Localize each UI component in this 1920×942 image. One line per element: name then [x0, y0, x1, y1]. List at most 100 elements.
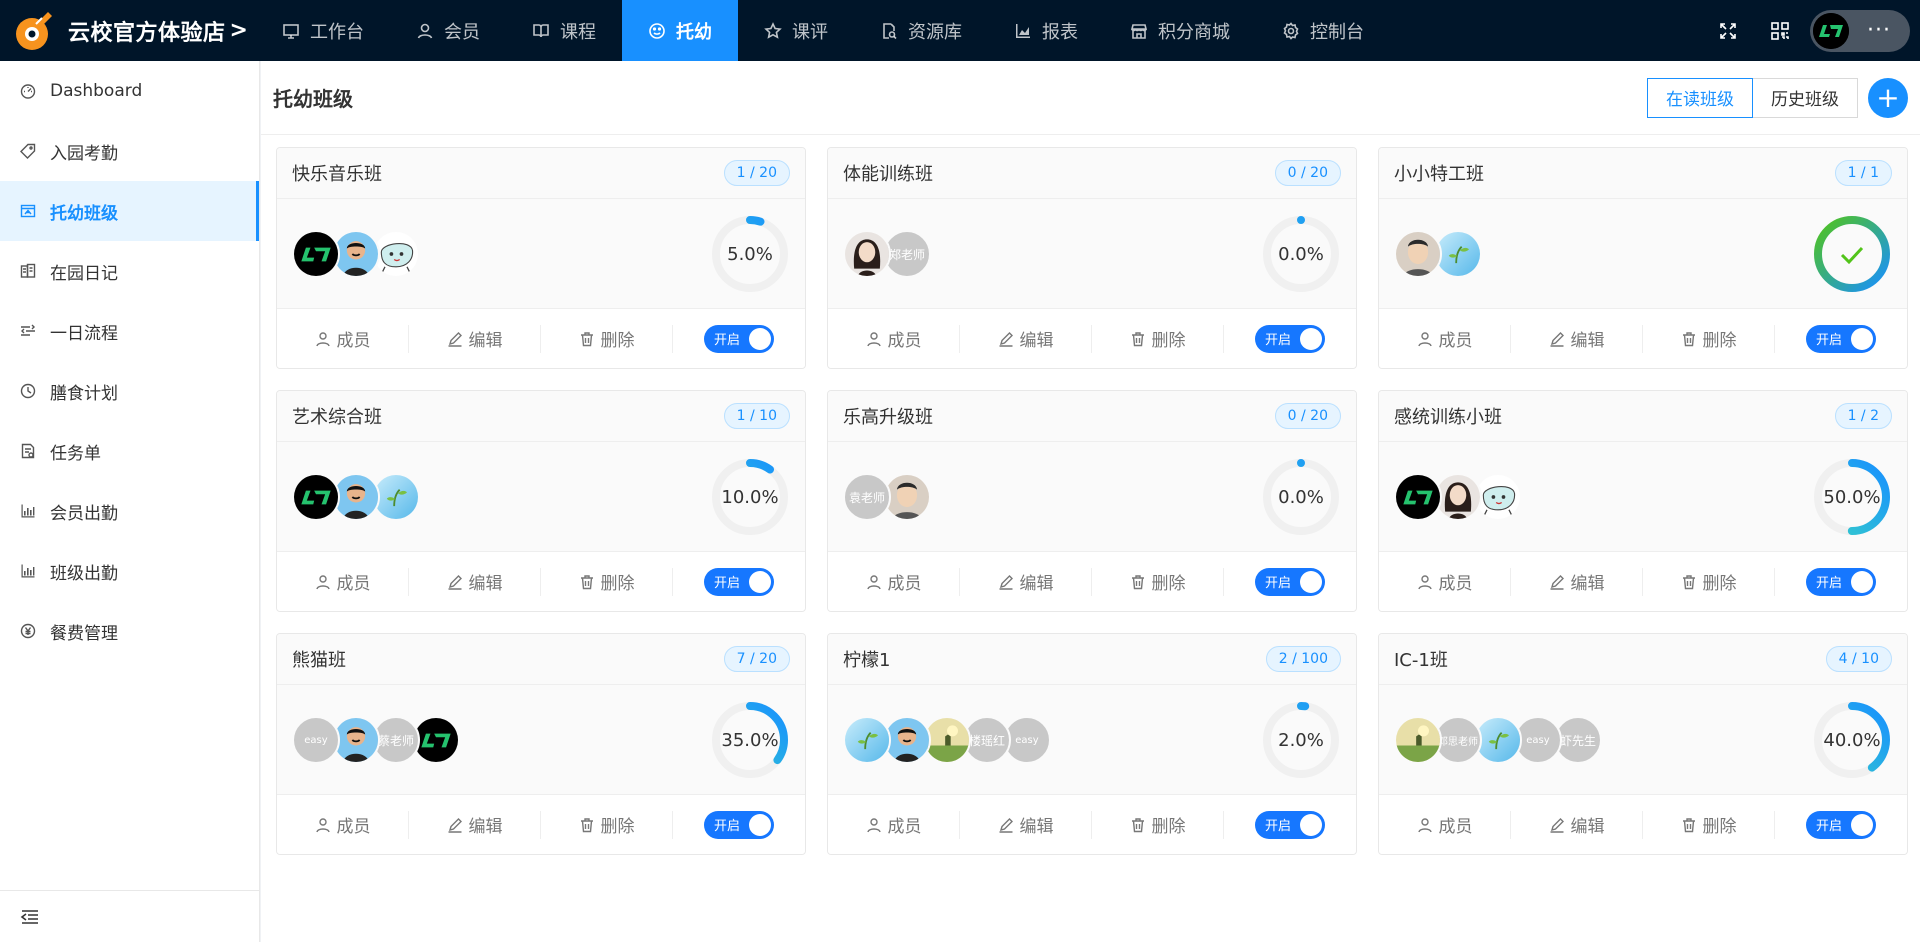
sidebar-item-8[interactable]: 班级出勤 [0, 541, 259, 601]
members-button[interactable]: 成员 [277, 567, 409, 596]
class-name: 乐高升级班 [843, 407, 933, 428]
nav-tab-2[interactable]: 课程 [506, 0, 622, 61]
nav-tab-5[interactable]: 资源库 [854, 0, 988, 61]
sidebar-item-0[interactable]: Dashboard [0, 61, 259, 121]
delete-button[interactable]: 删除 [1092, 810, 1224, 839]
tab-current-classes[interactable]: 在读班级 [1647, 77, 1753, 118]
enable-toggle[interactable]: 开启 [704, 810, 774, 839]
sidebar-item-9[interactable]: 餐费管理 [0, 601, 259, 661]
edit-button[interactable]: 编辑 [409, 324, 541, 353]
tab-history-classes[interactable]: 历史班级 [1753, 77, 1858, 118]
edit-button[interactable]: 编辑 [1511, 567, 1643, 596]
members-button[interactable]: 成员 [828, 567, 960, 596]
member-count-badge: 0 / 20 [1274, 403, 1341, 429]
fullscreen-icon[interactable] [1702, 0, 1754, 61]
delete-button[interactable]: 删除 [1643, 810, 1775, 839]
avatar-text: 楼瑶红 [968, 733, 1005, 748]
nav-tab-8[interactable]: 控制台 [1256, 0, 1390, 61]
nav-tab-6[interactable]: 报表 [988, 0, 1104, 61]
nav-tab-label: 会员 [444, 21, 480, 43]
collapse-sidebar-icon[interactable] [0, 890, 259, 942]
sidebar-item-label: 在园日记 [50, 263, 118, 284]
brand-switch-icon[interactable]: > [230, 18, 248, 43]
edit-button[interactable]: 编辑 [1511, 324, 1643, 353]
class-card: 柠檬1 2 / 100 楼瑶红 easy 2.0% 成员 编辑 删除 开启 [827, 633, 1357, 855]
members-button[interactable]: 成员 [277, 324, 409, 353]
delete-button[interactable]: 删除 [1643, 567, 1775, 596]
edit-label: 编辑 [1570, 331, 1605, 351]
card-body: easy 蔡老师 35.0% [277, 685, 805, 795]
member-count-badge: 1 / 10 [723, 403, 790, 429]
sidebar-item-3[interactable]: 在园日记 [0, 241, 259, 301]
qrcode-icon[interactable] [1754, 0, 1806, 61]
sidebar-item-2[interactable]: 托幼班级 [0, 181, 259, 241]
delete-icon [1130, 331, 1152, 347]
delete-button[interactable]: 删除 [541, 810, 673, 839]
nav-tab-0[interactable]: 工作台 [256, 0, 390, 61]
members-button[interactable]: 成员 [828, 810, 960, 839]
edit-icon [998, 331, 1020, 347]
members-button[interactable]: 成员 [1379, 567, 1511, 596]
sidebar-item-5[interactable]: 膳食计划 [0, 361, 259, 421]
add-class-button[interactable]: + [1868, 77, 1908, 118]
edit-button[interactable]: 编辑 [409, 810, 541, 839]
edit-icon [1549, 574, 1571, 590]
enable-toggle[interactable]: 开启 [1806, 324, 1876, 353]
edit-button[interactable]: 编辑 [960, 567, 1092, 596]
sidebar: Dashboard 入园考勤托幼班级在园日记一日流程膳食计划 任务单 会员出勤 班级出勤… [0, 61, 260, 942]
nav-tab-3[interactable]: 托幼 [622, 0, 738, 61]
members-button[interactable]: 成员 [1379, 810, 1511, 839]
delete-button[interactable]: 删除 [541, 567, 673, 596]
edit-button[interactable]: 编辑 [1511, 810, 1643, 839]
members-button[interactable]: 成员 [828, 324, 960, 353]
delete-icon [579, 817, 601, 833]
avatar [843, 716, 891, 764]
delete-icon [1681, 574, 1703, 590]
member-count-badge: 1 / 20 [723, 160, 790, 186]
enable-toggle[interactable]: 开启 [1806, 810, 1876, 839]
enable-toggle[interactable]: 开启 [1255, 567, 1325, 596]
page-title: 托幼班级 [273, 87, 353, 111]
sidebar-item-6[interactable]: 任务单 [0, 421, 259, 481]
toggle-label: 开启 [1265, 819, 1292, 834]
progress-percent: 0.0% [1278, 486, 1324, 508]
nav-tab-1[interactable]: 会员 [390, 0, 506, 61]
card-body: 袁老师 0.0% [828, 442, 1356, 552]
edit-icon [447, 817, 469, 833]
delete-button[interactable]: 删除 [1092, 567, 1224, 596]
avatar: easy [292, 716, 340, 764]
delete-button[interactable]: 删除 [541, 324, 673, 353]
nav-tab-7[interactable]: 积分商城 [1104, 0, 1256, 61]
enable-toggle[interactable]: 开启 [704, 324, 774, 353]
members-label: 成员 [1438, 817, 1473, 837]
members-button[interactable]: 成员 [1379, 324, 1511, 353]
edit-button[interactable]: 编辑 [960, 324, 1092, 353]
enable-toggle[interactable]: 开启 [1255, 810, 1325, 839]
sidebar-item-1[interactable]: 入园考勤 [0, 121, 259, 181]
enable-toggle[interactable]: 开启 [1806, 567, 1876, 596]
delete-button[interactable]: 删除 [1092, 324, 1224, 353]
enable-toggle[interactable]: 开启 [1255, 324, 1325, 353]
sidebar-item-label: 托幼班级 [50, 203, 118, 224]
delete-label: 删除 [600, 574, 635, 594]
sidebar-item-label: 一日流程 [50, 323, 118, 344]
nav-tab-4[interactable]: 课评 [738, 0, 854, 61]
class-name: 艺术综合班 [292, 407, 382, 428]
card-actions: 成员 编辑 删除 开启 [1379, 794, 1907, 854]
sidebar-item-7[interactable]: 会员出勤 [0, 481, 259, 541]
members-button[interactable]: 成员 [277, 810, 409, 839]
card-body [1379, 199, 1907, 309]
nav-tab-label: 控制台 [1310, 21, 1364, 43]
brand[interactable]: 云校官方体验店 > [0, 0, 256, 61]
user-menu[interactable]: ··· [1810, 9, 1910, 52]
class-name: 体能训练班 [843, 164, 933, 185]
edit-button[interactable]: 编辑 [960, 810, 1092, 839]
edit-button[interactable]: 编辑 [409, 567, 541, 596]
enable-toggle[interactable]: 开启 [704, 567, 774, 596]
class-icon [20, 203, 50, 219]
delete-button[interactable]: 删除 [1643, 324, 1775, 353]
star-icon [764, 21, 792, 40]
sidebar-item-4[interactable]: 一日流程 [0, 301, 259, 361]
class-card: 感统训练小班 1 / 2 50.0% 成员 编辑 删除 开启 [1378, 390, 1908, 612]
progress-ring: 5.0% [710, 214, 790, 294]
